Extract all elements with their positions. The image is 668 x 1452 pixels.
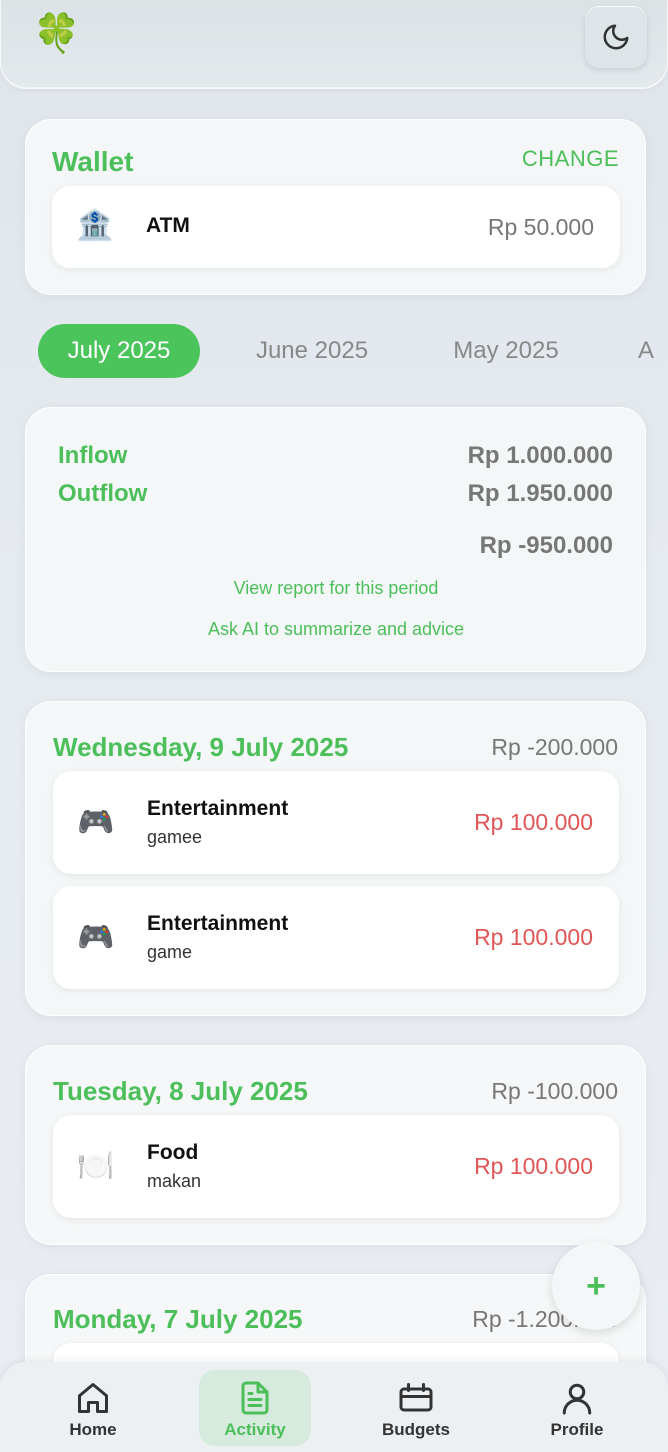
day-title: Wednesday, 9 July 2025 [53, 732, 349, 762]
transaction-category: Entertainment [147, 912, 289, 935]
home-icon [78, 1383, 108, 1413]
wallet-card: Wallet CHANGE 🏦 ATM Rp 50.000 [25, 119, 646, 295]
day-total: Rp -200.000 [491, 734, 618, 760]
day-title: Tuesday, 8 July 2025 [53, 1076, 308, 1106]
day-group-card: Tuesday, 8 July 2025 Rp -100.000 🍽️ Food… [25, 1045, 646, 1245]
transaction-amount: Rp 100.000 [474, 924, 593, 950]
wallet-item[interactable]: 🏦 ATM Rp 50.000 [52, 186, 620, 268]
nav-home-label: Home [69, 1420, 117, 1439]
bank-icon: 🏦 [76, 209, 114, 242]
nav-profile[interactable]: Profile [521, 1370, 633, 1446]
view-report-link[interactable]: View report for this period [26, 578, 646, 599]
outflow-value: Rp 1.950.000 [467, 480, 613, 507]
transaction-category: Food [147, 1141, 199, 1164]
day-title: Monday, 7 July 2025 [53, 1304, 303, 1334]
transaction-category: Entertainment [147, 797, 289, 820]
period-summary-card: Inflow Rp 1.000.000 Outflow Rp 1.950.000… [25, 407, 646, 672]
wallet-icon [399, 1383, 433, 1412]
net-value: Rp -950.000 [479, 532, 613, 559]
outflow-label: Outflow [58, 480, 148, 507]
transaction-note: game [147, 942, 193, 962]
transaction-row[interactable]: 🎮 Entertainment game Rp 100.000 [53, 886, 619, 989]
transaction-row[interactable]: 🍽️ Food makan Rp 100.000 [53, 1115, 619, 1218]
tab-june-2025[interactable]: June 2025 [234, 324, 390, 378]
tab-july-2025[interactable]: July 2025 [38, 324, 200, 378]
moon-icon [603, 24, 629, 50]
wallet-balance: Rp 50.000 [487, 214, 594, 240]
transaction-amount: Rp 100.000 [474, 1153, 593, 1179]
game-controller-icon: 🎮 [77, 806, 115, 839]
inflow-label: Inflow [58, 442, 128, 469]
tab-next-period[interactable]: A [638, 324, 668, 378]
user-icon [562, 1383, 592, 1415]
wallet-name: ATM [146, 214, 190, 237]
nav-budgets[interactable]: Budgets [360, 1370, 472, 1446]
top-header: 🍀 [0, 0, 668, 88]
day-total: Rp -100.000 [491, 1078, 618, 1104]
transaction-note: gamee [147, 827, 203, 847]
plate-cutlery-icon: 🍽️ [77, 1150, 115, 1183]
document-icon [241, 1381, 269, 1415]
transaction-row[interactable]: 🎮 Entertainment gamee Rp 100.000 [53, 771, 619, 874]
transaction-amount: Rp 100.000 [474, 809, 593, 835]
bottom-navigation: Home Activity Budgets Profile [0, 1362, 668, 1452]
add-transaction-button[interactable]: + [552, 1242, 640, 1330]
ask-ai-link[interactable]: Ask AI to summarize and advice [26, 619, 646, 640]
theme-toggle-button[interactable] [585, 6, 647, 68]
tab-may-2025[interactable]: May 2025 [430, 324, 582, 378]
transaction-note: makan [147, 1171, 202, 1191]
wallet-change-button[interactable]: CHANGE [522, 146, 619, 172]
nav-activity[interactable]: Activity [199, 1370, 311, 1446]
period-tabs: July 2025 June 2025 May 2025 A [0, 324, 668, 378]
wallet-title: Wallet [52, 146, 134, 177]
game-controller-icon: 🎮 [77, 921, 115, 954]
day-group-card: Wednesday, 9 July 2025 Rp -200.000 🎮 Ent… [25, 701, 646, 1016]
four-leaf-clover-icon: 🍀 [33, 13, 81, 55]
nav-profile-label: Profile [550, 1420, 604, 1439]
nav-budgets-label: Budgets [382, 1420, 450, 1439]
plus-icon: + [586, 1266, 606, 1305]
nav-home[interactable]: Home [37, 1370, 149, 1446]
inflow-value: Rp 1.000.000 [467, 442, 613, 469]
nav-activity-label: Activity [224, 1420, 286, 1439]
